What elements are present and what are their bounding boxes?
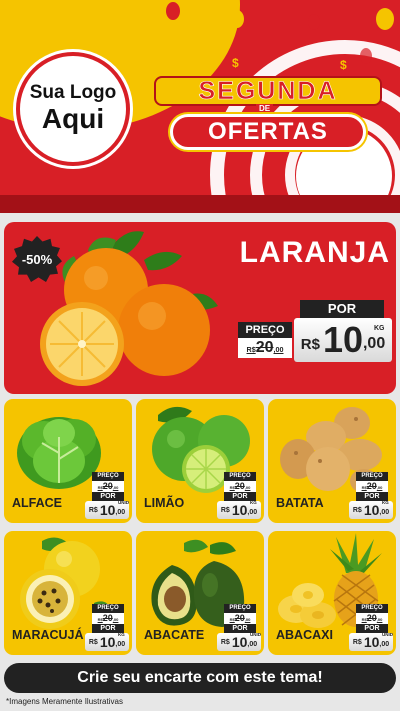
logo-text-line1: Sua Logo [29, 82, 117, 104]
lettuce-illustration [17, 417, 101, 489]
price-unit: KG [374, 325, 385, 332]
new-price-int: 10 [363, 502, 380, 518]
product-card[interactable]: ALFACE PREÇO R$20,00 POR R$ 10,00 UNID [4, 399, 132, 523]
new-price-currency: R$ [352, 506, 362, 514]
preco-label: PREÇO [356, 472, 388, 481]
new-price-dec: ,00 [379, 641, 390, 648]
logo-placeholder[interactable]: Sua Logo Aqui [16, 52, 130, 166]
product-card[interactable]: ABACAXI PREÇO R$20,00 POR R$ 10,00 UNID [268, 531, 396, 655]
old-price-int: 20 [255, 339, 274, 356]
new-price-currency: R$ [220, 638, 230, 646]
old-price-int: 20 [102, 481, 113, 491]
new-price-currency: R$ [88, 506, 98, 514]
price-unit: KG [382, 500, 389, 505]
discount-text: -50% [21, 251, 53, 267]
new-price-dec: ,00 [115, 641, 126, 648]
price-unit: KG [250, 500, 257, 505]
price-unit: UNID [382, 632, 393, 637]
product-name: ABACATE [144, 628, 205, 642]
balloon-icon [308, 14, 320, 30]
product-card[interactable]: MARACUJÁ PREÇO R$20,00 POR R$ 10,00 KG [4, 531, 132, 655]
new-price-int: 10 [99, 502, 116, 518]
balloon-icon [8, 4, 28, 30]
balloon-icon [86, 14, 102, 34]
old-price-dec: ,00 [244, 485, 251, 490]
title-segunda-plate: SEGUNDA [154, 76, 382, 106]
price-unit: KG [118, 632, 125, 637]
featured-product-card[interactable]: -50% LARANJA POR PREÇO R$20,00 R$ 10 ,00… [4, 222, 396, 394]
old-price-dec: ,00 [273, 345, 284, 354]
disclaimer: *Imagens Meramente Ilustrativas [6, 697, 123, 706]
old-price-dec: ,00 [244, 617, 251, 622]
balloon-icon [376, 8, 394, 30]
old-price-int: 20 [366, 481, 377, 491]
title-de: DE [256, 104, 274, 113]
old-price: R$20,00 [92, 481, 124, 492]
header-bottom-band [0, 195, 400, 213]
old-price-int: 20 [102, 613, 113, 623]
product-name: ALFACE [12, 496, 62, 510]
dollar-sign-icon: $ [232, 56, 239, 70]
old-price-dec: ,00 [112, 485, 119, 490]
new-price-dec: ,00 [115, 509, 126, 516]
title-segunda: SEGUNDA [198, 76, 338, 105]
new-price-dec: ,00 [247, 641, 258, 648]
title-ofertas-plate: OFERTAS [170, 114, 366, 150]
old-price: R$20,00 [356, 481, 388, 492]
old-price-int: 20 [366, 613, 377, 623]
preco-label: PREÇO [224, 604, 256, 613]
balloon-icon [166, 2, 180, 20]
new-price-int: 10 [363, 634, 380, 650]
preco-label: PREÇO [92, 604, 124, 613]
preco-label: PREÇO [238, 322, 292, 338]
old-price-currency: R$ [246, 345, 256, 354]
dollar-sign-icon: $ [142, 72, 149, 86]
product-card[interactable]: ABACATE PREÇO R$20,00 POR R$ 10,00 UNID [136, 531, 264, 655]
title-ofertas: OFERTAS [208, 118, 328, 145]
por-label: POR [300, 300, 384, 318]
preco-label: PREÇO [92, 472, 124, 481]
new-price-int: 10 [231, 634, 248, 650]
product-card[interactable]: BATATA PREÇO R$20,00 POR R$ 10,00 KG [268, 399, 396, 523]
balloon-icon [360, 48, 372, 64]
old-price-dec: ,00 [112, 617, 119, 622]
dollar-sign-icon: $ [340, 58, 347, 72]
new-price-currency: R$ [352, 638, 362, 646]
old-price: R$20,00 [224, 613, 256, 624]
old-price-int: 20 [234, 613, 245, 623]
product-name: ABACAXI [276, 628, 333, 642]
new-price-currency: R$ [88, 638, 98, 646]
new-price-int: 10 [322, 319, 363, 360]
product-card[interactable]: LIMÃO PREÇO R$20,00 POR R$ 10,00 KG [136, 399, 264, 523]
old-price: R$20,00 [356, 613, 388, 624]
product-name: MARACUJÁ [12, 628, 84, 642]
new-price-dec: ,00 [247, 509, 258, 516]
new-price-currency: R$ [300, 336, 320, 353]
new-price-int: 10 [231, 502, 248, 518]
price-unit: UNID [118, 500, 129, 505]
new-price-int: 10 [99, 634, 116, 650]
old-price: R$20,00 [92, 613, 124, 624]
old-price-dec: ,00 [376, 617, 383, 622]
offer-title: $ $ $ SEGUNDA DE OFERTAS [142, 56, 388, 156]
preco-label: PREÇO [224, 472, 256, 481]
new-price-dec: ,00 [379, 509, 390, 516]
header-banner: Sua Logo Aqui $ $ $ SEGUNDA DE OFERTAS [0, 0, 400, 213]
old-price: R$20,00 [238, 338, 292, 358]
create-flyer-button[interactable]: Crie seu encarte com este tema! [4, 663, 396, 693]
product-name: BATATA [276, 496, 324, 510]
new-price-dec: ,00 [362, 335, 386, 352]
balloon-icon [230, 10, 244, 28]
new-price-currency: R$ [220, 506, 230, 514]
product-name: LIMÃO [144, 496, 185, 510]
preco-label: PREÇO [356, 604, 388, 613]
old-price-dec: ,00 [376, 485, 383, 490]
old-price-int: 20 [234, 481, 245, 491]
featured-product-name: LARANJA [239, 236, 390, 269]
old-price: R$20,00 [224, 481, 256, 492]
logo-text-line2: Aqui [41, 103, 105, 135]
price-unit: UNID [250, 632, 261, 637]
create-flyer-label: Crie seu encarte com este tema! [77, 669, 323, 686]
